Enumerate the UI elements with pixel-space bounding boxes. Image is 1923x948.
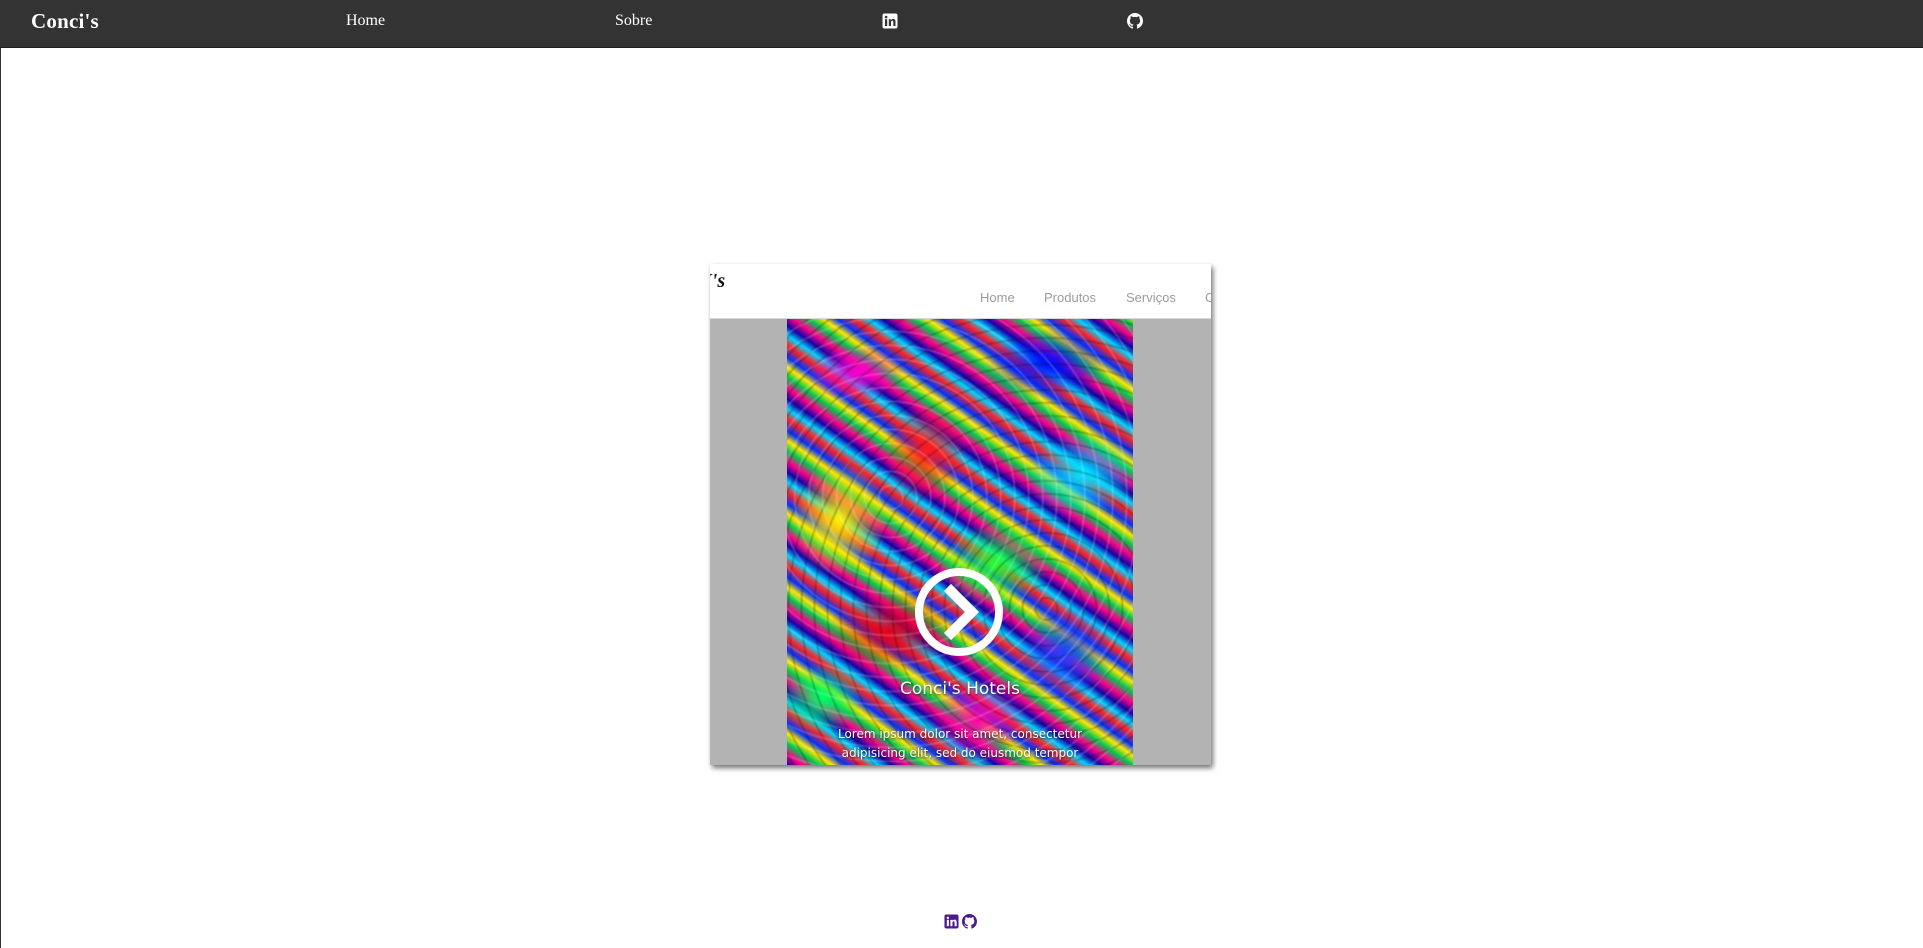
preview-nav-servicos[interactable]: Serviços — [1126, 290, 1176, 305]
preview-logo: I's — [710, 270, 726, 292]
hero-title: Conci's Hotels — [900, 679, 1020, 699]
linkedin-icon[interactable] — [944, 914, 959, 929]
nav-home-link[interactable]: Home — [346, 12, 385, 30]
nav-sobre-link[interactable]: Sobre — [615, 12, 652, 30]
project-preview-window[interactable]: I's Home Produtos Serviços C Conci's Hot… — [710, 264, 1211, 765]
hero-description: Lorem ipsum dolor sit amet, consectetur … — [837, 727, 1083, 760]
preview-hero-image: Conci's Hotels Lorem ipsum dolor sit ame… — [787, 319, 1133, 765]
page-left-border — [0, 0, 1, 948]
github-icon[interactable] — [1127, 13, 1143, 29]
preview-nav-partial[interactable]: C — [1205, 290, 1211, 305]
linkedin-icon[interactable] — [882, 13, 898, 29]
preview-nav-produtos[interactable]: Produtos — [1044, 290, 1096, 305]
top-navbar: Conci's Home Sobre — [0, 0, 1923, 48]
preview-header: I's Home Produtos Serviços C — [710, 264, 1211, 319]
chevron-right-circle-icon[interactable] — [914, 567, 1004, 657]
github-icon[interactable] — [962, 914, 977, 929]
brand-logo[interactable]: Conci's — [31, 9, 99, 34]
preview-nav-home[interactable]: Home — [980, 290, 1015, 305]
